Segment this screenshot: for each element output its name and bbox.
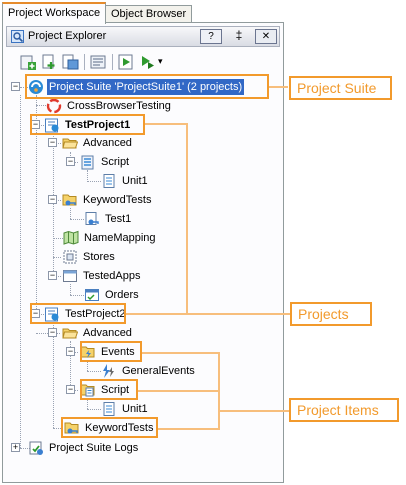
events-expander[interactable]: −: [66, 347, 75, 356]
advanced1-expander[interactable]: −: [48, 138, 57, 147]
events-highlight: [80, 341, 142, 362]
tree-line: [87, 181, 101, 182]
stores-icon: [63, 250, 77, 264]
keyword-folder-icon: [62, 194, 77, 206]
tree-item-test1[interactable]: Test1: [84, 210, 133, 228]
tab-label: Project Workspace: [8, 7, 101, 19]
project1-highlight: [30, 114, 145, 135]
tree-item-script[interactable]: Script: [80, 153, 131, 171]
tree-line: [20, 95, 21, 448]
keywordtests1-expander[interactable]: −: [48, 195, 57, 204]
script-highlight: [80, 379, 138, 400]
callout-projects: Projects: [290, 302, 372, 326]
tree-item-label: KeywordTests: [83, 194, 152, 206]
tree-item-label: Project Suite Logs: [49, 442, 139, 454]
advanced2-expander[interactable]: −: [48, 328, 57, 337]
tree-item-label: TestedApps: [83, 270, 141, 282]
namemapping-icon: [63, 230, 79, 245]
items-connector: [142, 352, 218, 354]
tree-item-crossbrowsertesting[interactable]: CrossBrowserTesting: [46, 97, 173, 115]
items-connector: [138, 390, 219, 392]
unit-icon: [103, 402, 115, 416]
tree-item-project-suite-logs[interactable]: Project Suite Logs: [28, 439, 140, 457]
tree-item-label: Script: [101, 156, 130, 168]
folder-open-icon: [62, 328, 78, 339]
tree-item-stores[interactable]: Stores: [62, 248, 117, 266]
tree-item-unit1[interactable]: Unit1: [101, 172, 150, 190]
script2-expander[interactable]: −: [66, 385, 75, 394]
tree-line: [87, 409, 101, 410]
tree-item-label: Advanced: [83, 327, 132, 339]
application-icon: [85, 289, 99, 301]
tree-item-label: Unit1: [122, 403, 148, 415]
tree-item-testedapps[interactable]: TestedApps: [62, 267, 142, 285]
tree-item-label: Unit1: [122, 175, 148, 187]
tree-line: [70, 208, 71, 219]
tree-item-label: Orders: [105, 289, 139, 301]
tree-line: [70, 295, 84, 296]
tree-item-keywordtests[interactable]: KeywordTests: [62, 191, 153, 209]
tree-item-label: Stores: [83, 251, 115, 263]
tree-item-advanced[interactable]: Advanced: [62, 134, 134, 152]
keyword-test-icon: [85, 212, 99, 225]
items-connector: [158, 428, 219, 430]
tree-item-label: CrossBrowserTesting: [67, 100, 171, 112]
tab-project-workspace[interactable]: Project Workspace: [2, 2, 107, 24]
tree-line: [87, 371, 101, 372]
script1-expander[interactable]: −: [66, 157, 75, 166]
crossbrowsertesting-icon: [46, 98, 62, 114]
logs-expander[interactable]: +: [11, 443, 20, 452]
tree-item-unit1[interactable]: Unit1: [101, 400, 150, 418]
folder-open-icon: [62, 138, 78, 149]
items-connector: [218, 410, 290, 412]
keywordtests-highlight: [61, 417, 158, 438]
unit-icon: [103, 174, 115, 188]
tree-line: [53, 238, 63, 239]
projects-connector: [186, 123, 188, 315]
tree-item-generalevents[interactable]: GeneralEvents: [101, 362, 197, 380]
tree-line: [53, 133, 54, 275]
tree-line: [70, 284, 71, 295]
callout-project-items: Project Items: [289, 398, 399, 422]
tree-item-label: Test1: [105, 213, 132, 225]
project2-highlight: [30, 303, 126, 324]
tree-item-label: NameMapping: [84, 232, 156, 244]
events-icon: [103, 364, 114, 378]
tree-line: [70, 219, 84, 220]
suite-connector: [268, 86, 288, 88]
logs-icon: [29, 441, 43, 455]
suite-expander[interactable]: −: [11, 82, 20, 91]
testedapps-icon: [63, 270, 77, 282]
projects-connector: [125, 313, 290, 315]
tree-item-orders[interactable]: Orders: [84, 286, 141, 304]
tree-item-label: Advanced: [83, 137, 132, 149]
callout-project-suite: Project Suite: [289, 76, 392, 100]
suite-highlight: [25, 74, 269, 99]
tree-line: [53, 322, 54, 428]
projects-connector: [145, 123, 187, 125]
tree-item-advanced[interactable]: Advanced: [62, 324, 134, 342]
tree-line: [36, 105, 46, 106]
testedapps-expander[interactable]: −: [48, 271, 57, 280]
tree-item-namemapping[interactable]: NameMapping: [63, 229, 158, 247]
tree-line: [53, 257, 61, 258]
tree-item-label: GeneralEvents: [122, 365, 195, 377]
script-icon: [81, 155, 94, 170]
